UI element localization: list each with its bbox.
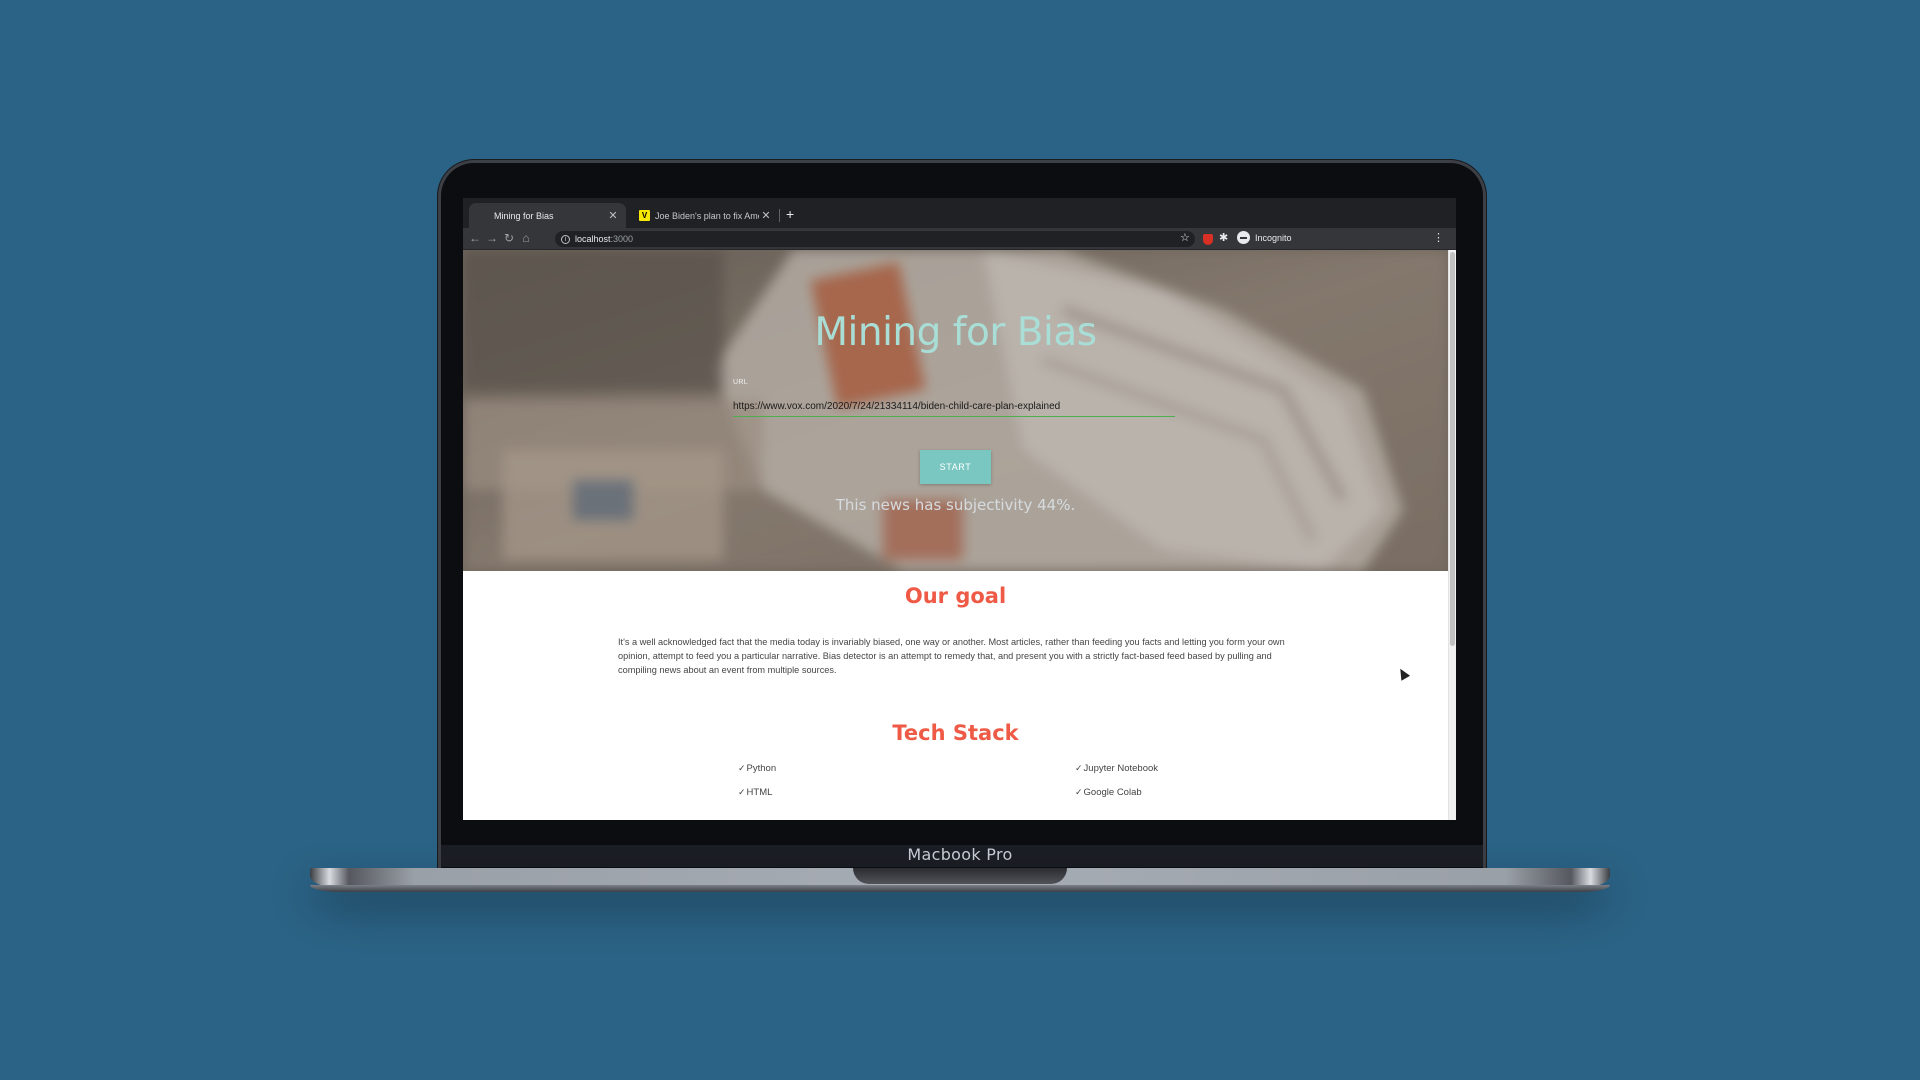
forward-icon[interactable]: →: [484, 231, 500, 245]
address-port: :3000: [610, 234, 634, 244]
check-icon: ✓: [1075, 763, 1083, 773]
tech-stack-heading: Tech Stack: [892, 721, 1019, 745]
tab-divider: [779, 209, 780, 222]
scrollbar-thumb[interactable]: [1450, 252, 1455, 646]
tab-title: Mining for Bias: [494, 210, 554, 221]
page-scrollbar[interactable]: [1448, 250, 1456, 820]
close-icon[interactable]: ✕: [606, 209, 620, 222]
laptop-notch: [853, 868, 1067, 884]
tech-stack-item: ✓ Python: [738, 763, 776, 774]
subjectivity-result: This news has subjectivity 44%.: [835, 496, 1076, 514]
home-icon[interactable]: ⌂: [518, 231, 534, 245]
hero-section: Mining for Bias URL START This news has …: [463, 250, 1448, 571]
address-bar[interactable]: i localhost:3000: [555, 231, 1195, 247]
tech-stack-item: ✓ Google Colab: [1075, 787, 1142, 798]
tab-vox-article[interactable]: V Joe Biden's plan to fix America's ✕: [629, 203, 779, 228]
profile-button[interactable]: Incognito: [1237, 231, 1292, 244]
tech-stack-item: ✓ HTML: [738, 787, 772, 798]
address-host: localhost: [575, 234, 611, 244]
tech-stack-label: HTML: [746, 787, 773, 798]
incognito-icon: [1237, 231, 1250, 244]
tech-stack-label: Google Colab: [1083, 787, 1142, 798]
info-icon[interactable]: i: [561, 234, 570, 244]
kebab-menu-icon[interactable]: ⋮: [1433, 231, 1444, 244]
start-button[interactable]: START: [920, 450, 991, 484]
check-icon: ✓: [738, 763, 746, 773]
page-content: Mining for Bias URL START This news has …: [463, 250, 1456, 820]
mouse-cursor-icon: [1395, 666, 1411, 681]
page-title: Mining for Bias: [814, 310, 1097, 355]
extension-icon[interactable]: [1203, 234, 1213, 245]
browser-toolbar: ← → ↻ ⌂ i localhost:3000 ☆ ✱ Incognito ⋮: [463, 228, 1456, 250]
close-icon[interactable]: ✕: [759, 209, 773, 222]
url-input[interactable]: [733, 397, 1175, 417]
device-label: Macbook Pro: [907, 845, 1013, 864]
tab-mining-for-bias[interactable]: Mining for Bias ✕: [469, 203, 626, 228]
back-icon[interactable]: ←: [467, 231, 483, 245]
vox-icon: V: [639, 210, 650, 221]
tech-stack-item: ✓ Jupyter Notebook: [1075, 763, 1158, 774]
reload-icon[interactable]: ↻: [501, 231, 517, 245]
screen: Mining for Bias ✕ V Joe Biden's plan to …: [463, 198, 1456, 820]
profile-label: Incognito: [1255, 232, 1292, 243]
new-tab-icon[interactable]: +: [786, 206, 794, 222]
tech-stack-label: Python: [746, 763, 777, 774]
goal-heading: Our goal: [904, 584, 1007, 608]
tab-title: Joe Biden's plan to fix America's: [655, 210, 759, 221]
check-icon: ✓: [738, 787, 746, 797]
check-icon: ✓: [1075, 787, 1083, 797]
puzzle-icon[interactable]: ✱: [1219, 231, 1228, 244]
goal-description: It's a well acknowledged fact that the m…: [618, 637, 1285, 675]
browser-tab-bar: Mining for Bias ✕ V Joe Biden's plan to …: [463, 198, 1456, 228]
url-label: URL: [733, 379, 748, 386]
tech-stack-label: Jupyter Notebook: [1083, 763, 1159, 774]
star-icon[interactable]: ☆: [1180, 231, 1190, 244]
